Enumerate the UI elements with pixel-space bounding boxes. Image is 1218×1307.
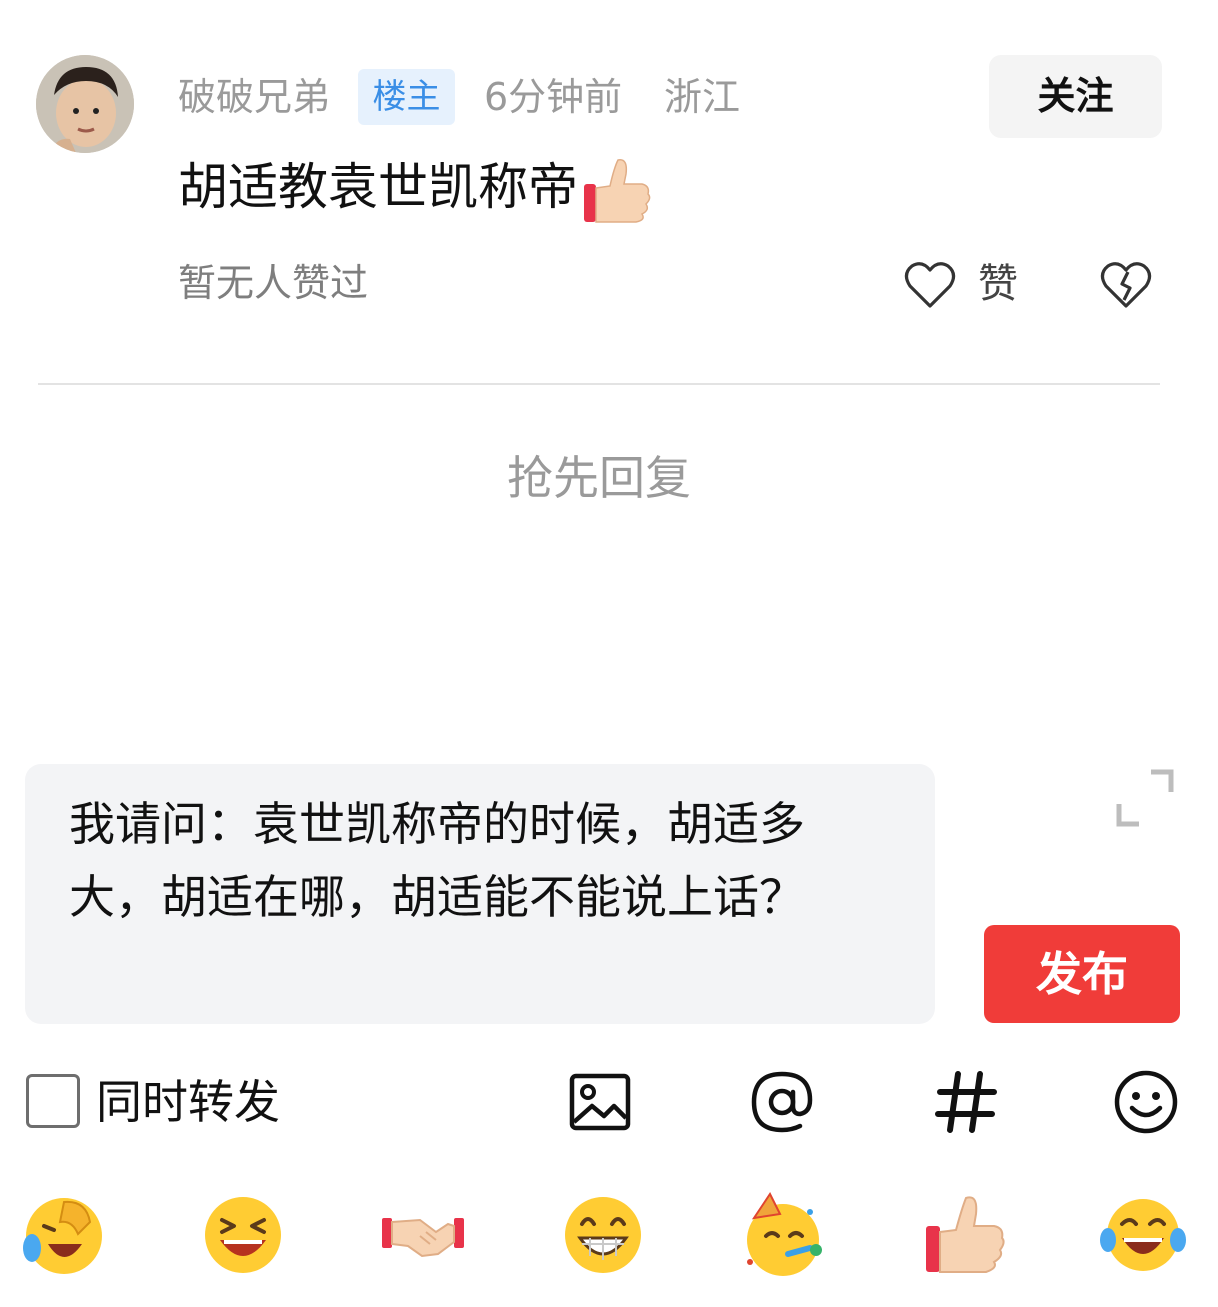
- divider: [38, 383, 1160, 385]
- heart-icon[interactable]: [904, 260, 956, 310]
- grinning-squint-icon[interactable]: [200, 1192, 286, 1278]
- laughing-face-icon[interactable]: [20, 1192, 106, 1278]
- repost-label[interactable]: 同时转发: [96, 1073, 280, 1131]
- hashtag-icon[interactable]: [932, 1068, 1000, 1136]
- like-label[interactable]: 赞: [978, 258, 1018, 310]
- post-location: 浙江: [664, 75, 741, 119]
- post-time: 6分钟前: [484, 75, 623, 119]
- comment-text-row: 胡适教袁世凯称帝: [178, 152, 654, 228]
- follow-button[interactable]: 关注: [989, 55, 1162, 138]
- avatar[interactable]: [36, 55, 134, 153]
- comment-text: 胡适教袁世凯称帝: [178, 158, 578, 216]
- image-icon[interactable]: [566, 1068, 634, 1136]
- username[interactable]: 破破兄弟: [178, 72, 330, 122]
- no-likes-text: 暂无人赞过: [178, 261, 369, 305]
- broken-heart-icon[interactable]: [1100, 260, 1152, 310]
- handshake-icon[interactable]: [380, 1192, 466, 1278]
- expand-icon[interactable]: [1113, 766, 1177, 830]
- tears-of-joy-icon[interactable]: [1100, 1192, 1186, 1278]
- op-badge: 楼主: [358, 69, 455, 125]
- thumbs-up-icon[interactable]: [922, 1192, 1008, 1278]
- partying-face-icon[interactable]: [740, 1192, 826, 1278]
- publish-button[interactable]: 发布: [984, 925, 1180, 1023]
- smiley-icon[interactable]: [1112, 1068, 1180, 1136]
- thumbs-up-icon: [580, 154, 654, 228]
- at-icon[interactable]: [748, 1068, 816, 1136]
- first-reply-prompt[interactable]: 抢先回复: [0, 448, 1198, 508]
- repost-checkbox[interactable]: [26, 1074, 80, 1128]
- reply-input-text: 我请问：袁世凯称帝的时候，胡适多大，胡适在哪，胡适能不能说上话？: [69, 797, 805, 924]
- reply-input[interactable]: 我请问：袁世凯称帝的时候，胡适多大，胡适在哪，胡适能不能说上话？: [25, 764, 935, 1024]
- beaming-grin-icon[interactable]: [560, 1192, 646, 1278]
